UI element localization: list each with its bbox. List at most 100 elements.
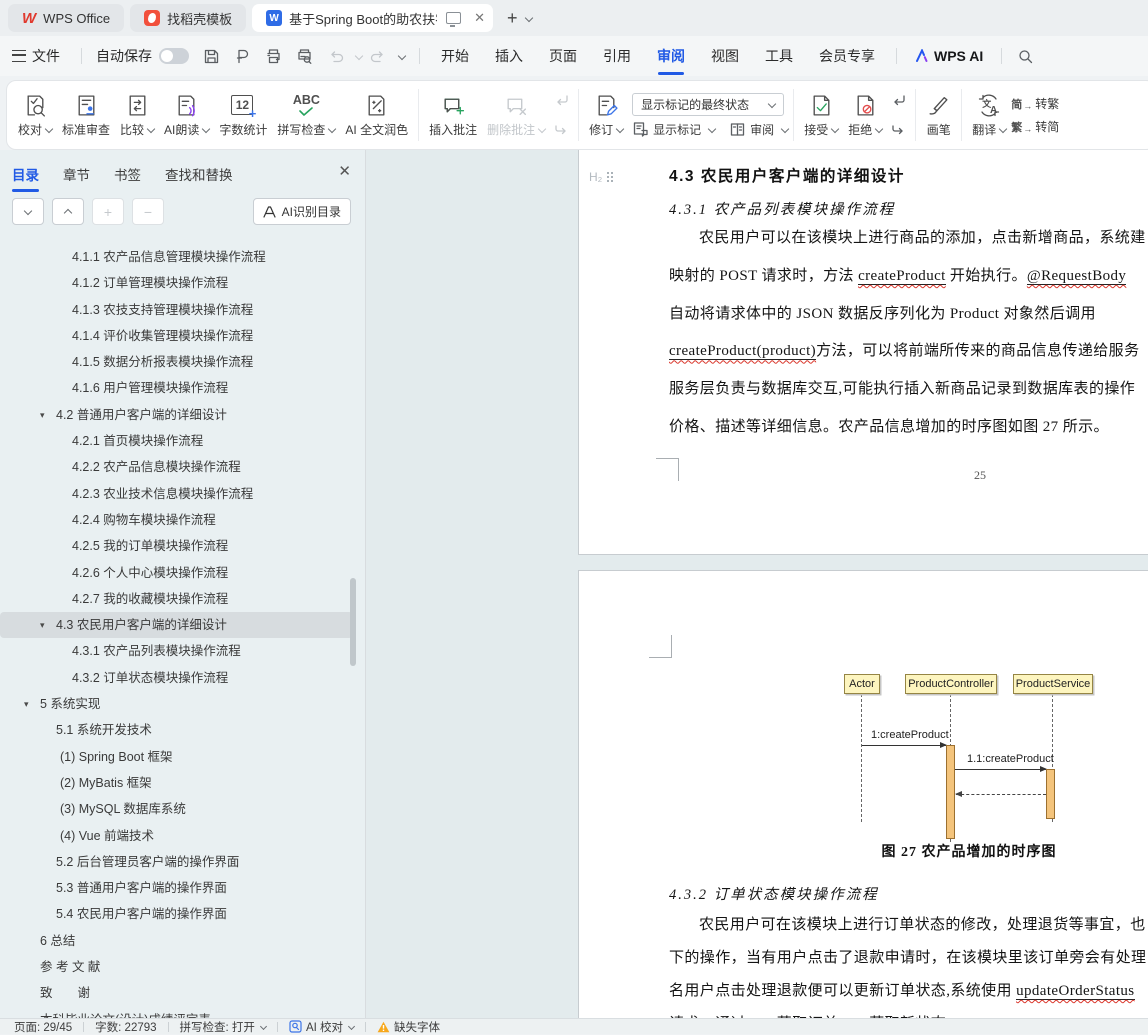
document-page-25[interactable]: H₂ 4.3 农民用户客户端的详细设计 4.3.1 农产品列表模块操作流程 农民…	[578, 150, 1148, 555]
toc-item[interactable]: (2) MyBatis 框架	[0, 770, 365, 796]
simplified-to-traditional-button[interactable]: 简 → 转繁	[1011, 95, 1059, 112]
toc-item[interactable]: 4.1.4 评价收集管理模块操作流程	[0, 323, 365, 349]
toc-item[interactable]: 4.1.6 用户管理模块操作流程	[0, 375, 365, 401]
toc-item[interactable]: 4.3.2 订单状态模块操作流程	[0, 665, 365, 691]
toc-item[interactable]: 4.2.2 农产品信息模块操作流程	[0, 454, 365, 480]
menu-tab-page[interactable]: 页面	[536, 46, 590, 66]
translate-button[interactable]: 文 A 翻译	[967, 93, 1011, 138]
print-preview-icon[interactable]	[296, 48, 313, 65]
tab-wps-home[interactable]: W WPS Office	[8, 4, 125, 32]
document-page-26[interactable]: Actor ProductController ProductService 1…	[578, 570, 1148, 1018]
toc-item[interactable]: (3) MySQL 数据库系统	[0, 796, 365, 822]
toc-item[interactable]: 致 谢	[0, 980, 365, 1006]
insert-comment-button[interactable]: 插入批注	[424, 93, 482, 138]
menu-tab-view[interactable]: 视图	[698, 46, 752, 66]
export-pdf-icon[interactable]	[234, 48, 251, 65]
toc-item[interactable]: ▾ 5 系统实现	[0, 691, 365, 717]
standard-review-button[interactable]: 标准审查	[57, 93, 115, 138]
toc-item[interactable]: 4.1.1 农产品信息管理模块操作流程	[0, 244, 365, 270]
tab-docer-templates[interactable]: 找稻壳模板	[130, 4, 247, 32]
toc-item[interactable]: 6 总结	[0, 928, 365, 954]
toc-item[interactable]: 4.2.3 农业技术信息模块操作流程	[0, 481, 365, 507]
doc-text-line: 农民用户可在该模块上进行订单状态的修改，处理退货等事宜，也	[699, 917, 1146, 933]
menu-tab-tools[interactable]: 工具	[752, 46, 806, 66]
menu-tab-member[interactable]: 会员专享	[806, 46, 888, 66]
change-nav-buttons[interactable]	[887, 93, 910, 137]
menu-tab-insert[interactable]: 插入	[482, 46, 536, 66]
new-tab-button[interactable]: +	[507, 8, 518, 29]
toc-expand-arrow-icon[interactable]: ▾	[40, 402, 45, 428]
tab-list-chevron-icon[interactable]	[524, 13, 533, 23]
toc-item[interactable]: 5.4 农民用户客户端的操作界面	[0, 901, 365, 927]
traditional-to-simplified-button[interactable]: 繁 → 转简	[1011, 118, 1059, 135]
ai-polish-button[interactable]: AI 全文润色	[340, 93, 413, 138]
toc-item[interactable]: 参 考 文 献	[0, 954, 365, 980]
ai-read-aloud-button[interactable]: AI朗读	[159, 93, 214, 138]
autosave-label: 自动保存	[96, 48, 152, 64]
toc-item[interactable]: 4.2.6 个人中心模块操作流程	[0, 560, 365, 586]
toc-item[interactable]: 4.2.1 首页模块操作流程	[0, 428, 365, 454]
menu-tab-reference[interactable]: 引用	[590, 46, 644, 66]
drag-handle-icon[interactable]	[607, 172, 610, 174]
toc-item[interactable]: 4.2.7 我的收藏模块操作流程	[0, 586, 365, 612]
toc-expand-arrow-icon[interactable]: ▾	[24, 691, 29, 717]
proofread-button[interactable]: 校对	[13, 93, 57, 138]
print-icon[interactable]	[265, 48, 282, 65]
accept-change-button[interactable]: 接受	[799, 93, 843, 138]
toc-expand-arrow-icon[interactable]: ▾	[40, 612, 45, 638]
hamburger-menu-icon[interactable]	[12, 50, 26, 62]
sidebar-scrollbar[interactable]	[350, 578, 356, 666]
pen-button[interactable]: 画笔	[921, 93, 956, 138]
tab-chapters[interactable]: 章节	[63, 164, 90, 184]
doc-text-line: 农民用户可以在该模块上进行商品的添加，点击新增商品，系统建	[699, 230, 1146, 246]
menu-tab-home[interactable]: 开始	[428, 46, 482, 66]
tab-document[interactable]: W 基于Spring Boot的助农扶农 ✕	[252, 4, 494, 32]
spell-check-button[interactable]: ABC 拼写检查	[272, 93, 340, 138]
tab-bookmarks[interactable]: 书签	[114, 164, 141, 184]
page-indicator[interactable]: 页面: 29/45	[14, 1019, 72, 1035]
toc-item[interactable]: ▾ 4.2 普通用户客户端的详细设计	[0, 402, 365, 428]
autosave-toggle[interactable]	[159, 48, 189, 64]
wps-ai-button[interactable]: WPS AI	[905, 48, 993, 64]
save-icon[interactable]	[203, 48, 220, 65]
toc-item[interactable]: (4) Vue 前端技术	[0, 823, 365, 849]
h2-label: H₂	[589, 170, 603, 184]
markup-state-dropdown[interactable]: 显示标记的最终状态	[632, 92, 785, 116]
tab-contents[interactable]: 目录	[12, 164, 39, 192]
toc-item[interactable]: ▾ 4.3 农民用户客户端的详细设计	[0, 612, 353, 639]
search-icon[interactable]	[1017, 48, 1034, 65]
menu-tab-review[interactable]: 审阅	[644, 46, 698, 75]
close-tab-icon[interactable]: ✕	[474, 10, 485, 26]
toc-item[interactable]: (1) Spring Boot 框架	[0, 744, 365, 770]
toc-next-heading-button[interactable]	[12, 198, 44, 225]
ai-proofread-status[interactable]: AI 校对	[289, 1019, 356, 1035]
toc-item[interactable]: 4.3.1 农产品列表模块操作流程	[0, 638, 365, 664]
close-sidebar-icon[interactable]: ✕	[338, 162, 351, 180]
missing-font-warning[interactable]: 缺失字体	[377, 1019, 440, 1035]
review-pane-button[interactable]: 审阅	[729, 121, 790, 138]
heading-level-badge[interactable]: H₂	[589, 170, 610, 184]
toc-item[interactable]: 4.2.5 我的订单模块操作流程	[0, 533, 365, 559]
word-count-indicator[interactable]: 字数: 22793	[95, 1019, 156, 1035]
toolbar-options-chevron-icon[interactable]	[397, 51, 407, 61]
toc-item[interactable]: 4.1.5 数据分析报表模块操作流程	[0, 349, 365, 375]
toc-item[interactable]: 4.2.4 购物车模块操作流程	[0, 507, 365, 533]
spell-check-status[interactable]: 拼写检查: 打开	[180, 1019, 267, 1035]
toc-item[interactable]: 本科毕业论文(设计)成绩评定表	[0, 1007, 365, 1018]
menu-file[interactable]: 文件	[32, 46, 73, 66]
toc-previous-heading-button[interactable]	[52, 198, 84, 225]
tab-find-replace[interactable]: 查找和替换	[165, 164, 233, 184]
show-markup-button[interactable]: 显示标记	[632, 121, 717, 138]
compare-button[interactable]: 比较	[115, 93, 159, 138]
delete-comment-button: 删除批注	[482, 93, 550, 138]
toc-item[interactable]: 4.1.2 订单管理模块操作流程	[0, 270, 365, 296]
ai-recognize-toc-button[interactable]: AI识别目录	[252, 198, 351, 225]
toc-item[interactable]: 5.2 后台管理员客户端的操作界面	[0, 849, 365, 875]
reject-change-button[interactable]: 拒绝	[843, 93, 887, 138]
toc-item[interactable]: 5.1 系统开发技术	[0, 717, 365, 743]
track-changes-button[interactable]: 修订	[584, 93, 628, 138]
toc-item[interactable]: 4.1.3 农技支持管理模块操作流程	[0, 297, 365, 323]
toc-item[interactable]: 5.3 普通用户客户端的操作界面	[0, 875, 365, 901]
word-count-button[interactable]: 12 + 字数统计	[214, 93, 272, 138]
share-screen-icon[interactable]	[446, 12, 462, 27]
